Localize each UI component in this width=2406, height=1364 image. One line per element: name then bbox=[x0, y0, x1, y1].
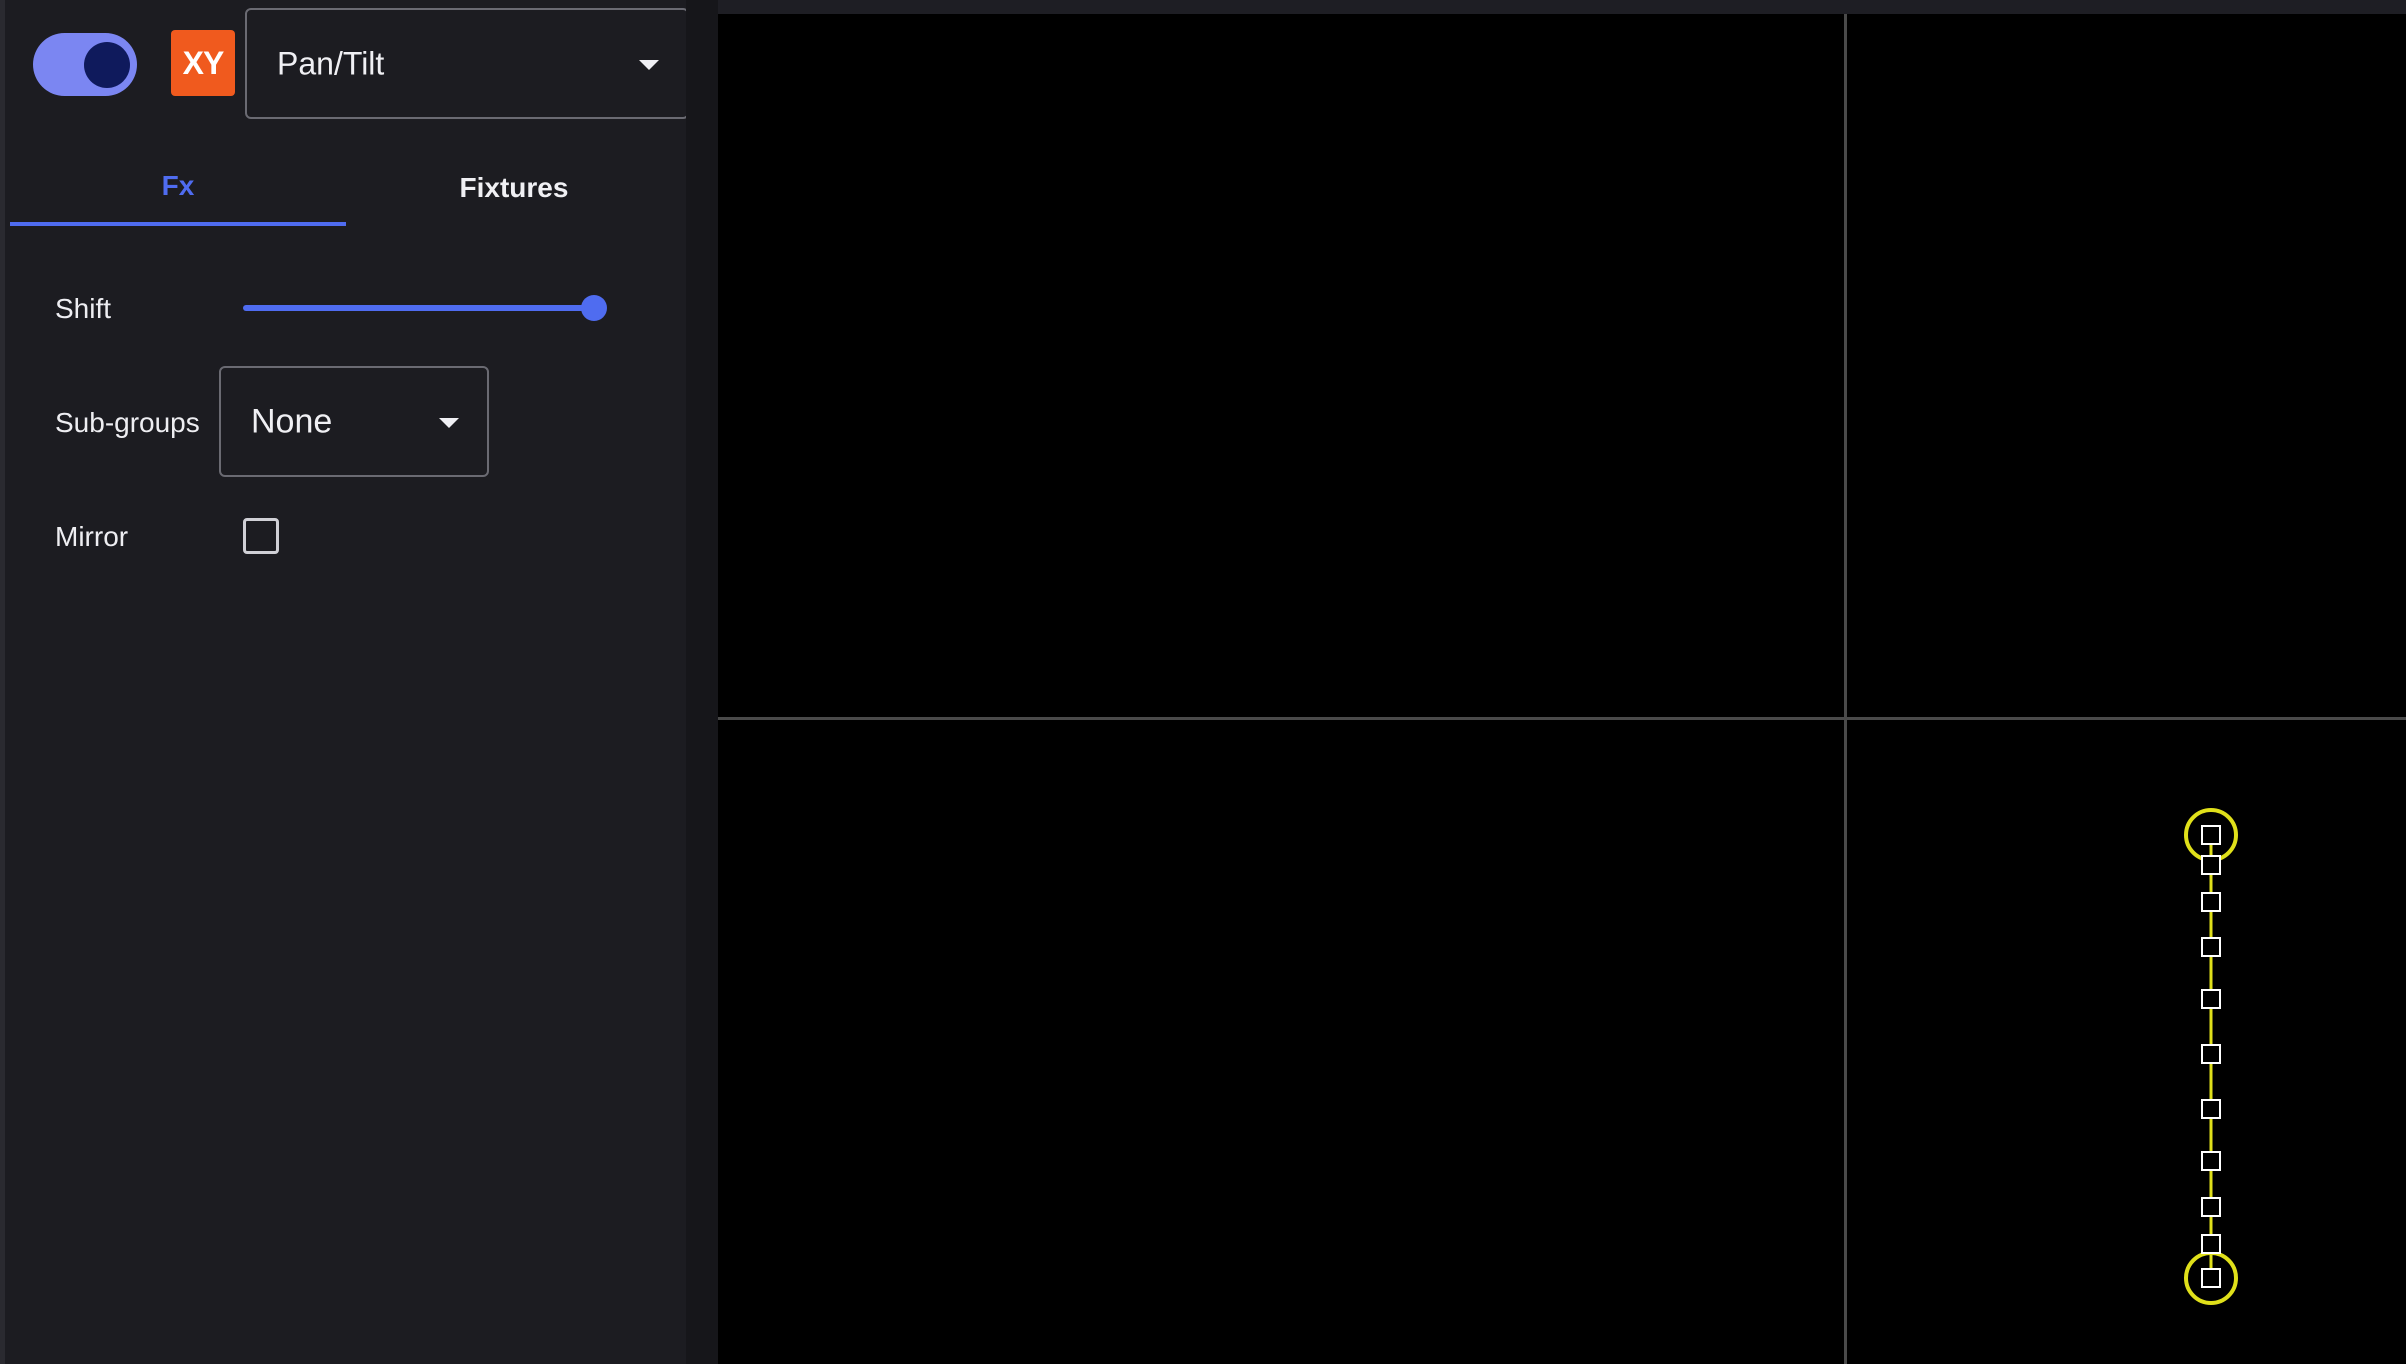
fixture-path bbox=[2184, 808, 2238, 1305]
fixture-marker[interactable] bbox=[2201, 1099, 2221, 1119]
chevron-down-icon bbox=[439, 417, 459, 428]
mode-select[interactable]: Pan/Tilt bbox=[245, 8, 689, 119]
fixture-marker[interactable] bbox=[2201, 937, 2221, 957]
fixture-marker[interactable] bbox=[2201, 1234, 2221, 1254]
chevron-down-icon bbox=[639, 59, 659, 70]
panel-divider[interactable] bbox=[686, 0, 718, 1364]
mirror-label: Mirror bbox=[55, 521, 129, 552]
xy-preview-canvas[interactable] bbox=[718, 0, 2406, 1364]
shift-slider-thumb[interactable] bbox=[581, 295, 607, 321]
fixture-marker[interactable] bbox=[2201, 1151, 2221, 1171]
xy-badge-label: XY bbox=[182, 44, 225, 81]
shift-slider-track[interactable] bbox=[243, 305, 595, 311]
mirror-checkbox[interactable] bbox=[243, 518, 279, 554]
fixture-marker[interactable] bbox=[2201, 825, 2221, 845]
fixture-marker[interactable] bbox=[2201, 989, 2221, 1009]
fixture-marker[interactable] bbox=[2201, 1268, 2221, 1288]
xy-effect-icon: XY bbox=[171, 30, 235, 96]
left-panel: XY Pan/Tilt Fx Fixtures Shift Sub-groups… bbox=[0, 0, 689, 1364]
subgroups-label: Sub-groups bbox=[55, 407, 200, 438]
subgroups-select[interactable]: None bbox=[219, 366, 489, 477]
fixture-marker[interactable] bbox=[2201, 1197, 2221, 1217]
tab-fixtures[interactable]: Fixtures bbox=[346, 150, 682, 226]
toggle-knob bbox=[84, 42, 130, 88]
enable-toggle[interactable] bbox=[33, 33, 137, 96]
fixture-marker[interactable] bbox=[2201, 855, 2221, 875]
fixture-marker[interactable] bbox=[2201, 1044, 2221, 1064]
tab-fx[interactable]: Fx bbox=[10, 150, 346, 226]
mode-select-value: Pan/Tilt bbox=[277, 45, 385, 81]
fixture-marker[interactable] bbox=[2201, 892, 2221, 912]
subgroups-select-value: None bbox=[251, 402, 333, 440]
shift-label: Shift bbox=[55, 293, 112, 324]
